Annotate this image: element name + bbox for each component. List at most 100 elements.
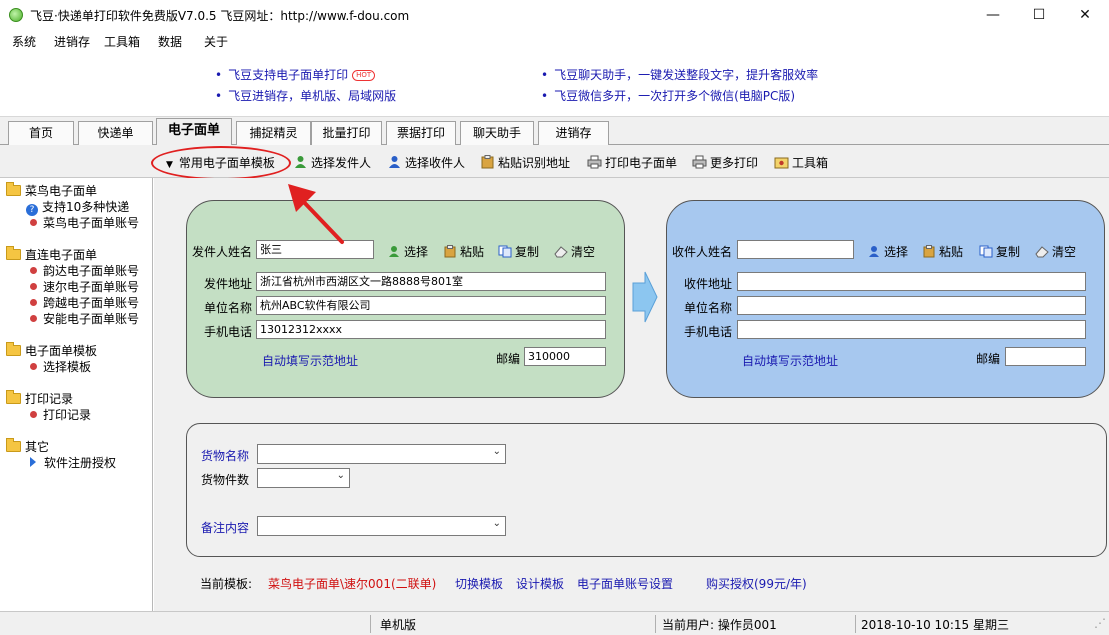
tree-item-yunda-account[interactable]: 韵达电子面单账号 bbox=[30, 262, 139, 279]
bullet-icon bbox=[30, 411, 37, 418]
printer-icon bbox=[587, 155, 602, 169]
sender-zip-input[interactable]: 310000 bbox=[524, 347, 606, 366]
remark-select[interactable]: ⌄ bbox=[257, 516, 506, 536]
eraser-icon bbox=[1035, 246, 1049, 258]
account-settings-link[interactable]: 电子面单账号设置 bbox=[577, 575, 673, 592]
menu-about[interactable]: 关于 bbox=[204, 33, 228, 50]
bullet-icon bbox=[30, 299, 37, 306]
tree-item-print-records[interactable]: 打印记录 bbox=[30, 406, 91, 423]
receiver-copy-button[interactable]: 复制 bbox=[979, 243, 1020, 260]
promo-link-inventory[interactable]: • 飞豆进销存，单机版、局域网版 bbox=[215, 87, 396, 104]
tree-item-label: 软件注册授权 bbox=[44, 456, 117, 470]
tree-item-anneng-account[interactable]: 安能电子面单账号 bbox=[30, 310, 139, 327]
tree-item-registration[interactable]: 软件注册授权 bbox=[30, 454, 116, 471]
menu-data[interactable]: 数据 bbox=[158, 33, 182, 50]
play-triangle-icon bbox=[30, 457, 36, 467]
tree-item-label: 选择模板 bbox=[43, 360, 92, 374]
menu-inventory[interactable]: 进销存 bbox=[54, 33, 90, 50]
buy-license-link[interactable]: 购买授权(99元/年) bbox=[706, 575, 807, 592]
tree-group-label: 菜鸟电子面单 bbox=[25, 184, 98, 198]
tab-batch-print[interactable]: 批量打印 bbox=[311, 121, 382, 146]
tree-group-other[interactable]: 其它 bbox=[6, 438, 49, 455]
receiver-paste-button[interactable]: 粘贴 bbox=[922, 243, 963, 260]
select-sender-button[interactable]: 选择发件人 bbox=[293, 154, 371, 171]
eraser-icon bbox=[554, 246, 568, 258]
tree-item-select-template[interactable]: 选择模板 bbox=[30, 358, 91, 375]
status-divider bbox=[655, 615, 656, 633]
user-green-icon bbox=[389, 246, 399, 257]
promo-text: 飞豆支持电子面单打印 bbox=[228, 68, 349, 82]
tree-group-print-records[interactable]: 打印记录 bbox=[6, 390, 73, 407]
sender-address-label: 发件地址 bbox=[204, 277, 253, 291]
receiver-address-label: 收件地址 bbox=[684, 277, 733, 291]
sender-address-input[interactable]: 浙江省杭州市西湖区文一路8888号801室 bbox=[256, 272, 606, 291]
sender-phone-input[interactable]: 13012312xxxx bbox=[256, 320, 606, 339]
sender-clear-button[interactable]: 清空 bbox=[554, 243, 595, 260]
sender-company-input[interactable]: 杭州ABC软件有限公司 bbox=[256, 296, 606, 315]
goods-name-select[interactable]: ⌄ bbox=[257, 444, 506, 464]
sender-phone-label: 手机电话 bbox=[204, 325, 253, 339]
receiver-autofill-link[interactable]: 自动填写示范地址 bbox=[742, 352, 838, 369]
annotation-arrow-icon bbox=[288, 184, 344, 244]
bullet-icon bbox=[30, 267, 37, 274]
sender-select-label: 选择 bbox=[404, 245, 429, 259]
menu-toolbox[interactable]: 工具箱 bbox=[104, 33, 140, 50]
print-waybill-button[interactable]: 打印电子面单 bbox=[587, 154, 677, 171]
receiver-select-button[interactable]: 选择 bbox=[867, 243, 908, 260]
resize-grip-icon[interactable]: ⋰ bbox=[1094, 616, 1106, 634]
sender-copy-button[interactable]: 复制 bbox=[498, 243, 539, 260]
tab-express-form[interactable]: 快递单 bbox=[78, 121, 153, 146]
tab-inventory[interactable]: 进销存 bbox=[538, 121, 609, 146]
receiver-phone-input[interactable] bbox=[737, 320, 1086, 339]
tab-chat-assistant[interactable]: 聊天助手 bbox=[460, 121, 534, 146]
receiver-zip-input[interactable] bbox=[1005, 347, 1086, 366]
minimize-button[interactable]: — bbox=[970, 0, 1016, 30]
tab-ticket-print[interactable]: 票据打印 bbox=[386, 121, 456, 146]
sender-paste-label: 粘贴 bbox=[460, 245, 485, 259]
receiver-address-input[interactable] bbox=[737, 272, 1086, 291]
clipboard-icon bbox=[923, 245, 935, 258]
switch-template-link[interactable]: 切换模板 bbox=[455, 575, 503, 592]
tree-item-label: 韵达电子面单账号 bbox=[43, 264, 140, 278]
user-blue-icon bbox=[869, 246, 879, 257]
tab-capture-wizard[interactable]: 捕捉精灵 bbox=[236, 121, 311, 146]
tree-item-kuayue-account[interactable]: 跨越电子面单账号 bbox=[30, 294, 139, 311]
window-title: 飞豆·快递单打印软件免费版V7.0.5 飞豆网址：http://www.f-do… bbox=[30, 9, 410, 23]
tree-group-cainiao[interactable]: 菜鸟电子面单 bbox=[6, 182, 97, 199]
close-button[interactable]: ✕ bbox=[1062, 0, 1108, 30]
receiver-company-input[interactable] bbox=[737, 296, 1086, 315]
promo-link-wechat-multi[interactable]: • 飞豆微信多开，一次打开多个微信(电脑PC版) bbox=[541, 87, 795, 104]
toolbox-button[interactable]: 工具箱 bbox=[774, 154, 828, 171]
select-receiver-button[interactable]: 选择收件人 bbox=[387, 154, 465, 171]
goods-count-select[interactable]: ⌄ bbox=[257, 468, 350, 488]
menu-system[interactable]: 系统 bbox=[12, 33, 36, 50]
tab-e-waybill[interactable]: 电子面单 bbox=[156, 118, 232, 147]
tree-item-suer-account[interactable]: 速尔电子面单账号 bbox=[30, 278, 139, 295]
design-template-link[interactable]: 设计模板 bbox=[516, 575, 564, 592]
status-divider bbox=[855, 615, 856, 633]
promo-link-ewaybill[interactable]: • 飞豆支持电子面单打印 HOT bbox=[215, 66, 376, 83]
print-waybill-label: 打印电子面单 bbox=[605, 156, 678, 170]
sender-zip-label: 邮编 bbox=[496, 352, 521, 366]
bullet-icon bbox=[30, 283, 37, 290]
promo-link-chat-assistant[interactable]: • 飞豆聊天助手，一键发送整段文字，提升客服效率 bbox=[541, 66, 818, 83]
more-print-button[interactable]: 更多打印 bbox=[692, 154, 758, 171]
tree-group-label: 打印记录 bbox=[25, 392, 74, 406]
tree-item-cainiao-account[interactable]: 菜鸟电子面单账号 bbox=[30, 214, 139, 231]
tree-group-direct[interactable]: 直连电子面单 bbox=[6, 246, 97, 263]
maximize-button[interactable]: ☐ bbox=[1016, 0, 1062, 30]
sender-paste-button[interactable]: 粘贴 bbox=[443, 243, 484, 260]
toolbox-icon bbox=[774, 157, 789, 169]
tree-group-label: 电子面单模板 bbox=[25, 344, 98, 358]
tree-item-label: 菜鸟电子面单账号 bbox=[43, 216, 140, 230]
tree-group-templates[interactable]: 电子面单模板 bbox=[6, 342, 97, 359]
sender-name-label: 发件人姓名 bbox=[192, 245, 253, 259]
sender-select-button[interactable]: 选择 bbox=[387, 243, 428, 260]
paste-recognize-button[interactable]: 粘贴识别地址 bbox=[480, 154, 570, 171]
sender-autofill-link[interactable]: 自动填写示范地址 bbox=[262, 352, 358, 369]
menu-bar: 系统 进销存 工具箱 数据 关于 bbox=[0, 30, 1109, 52]
promo-text: 飞豆聊天助手，一键发送整段文字，提升客服效率 bbox=[554, 68, 819, 82]
receiver-name-input[interactable] bbox=[737, 240, 854, 259]
receiver-clear-button[interactable]: 清空 bbox=[1035, 243, 1076, 260]
tab-home[interactable]: 首页 bbox=[8, 121, 74, 146]
